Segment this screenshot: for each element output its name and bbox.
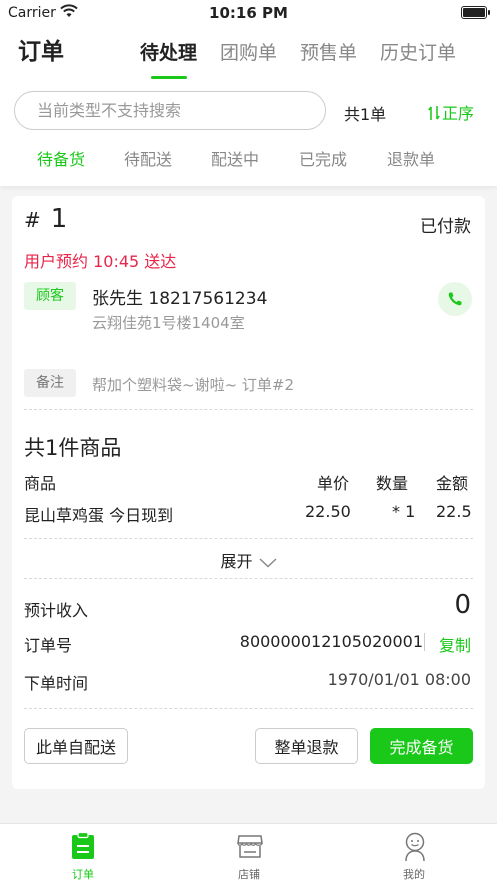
tabbar-profile-label: 我的 xyxy=(403,868,425,881)
tabbar-profile[interactable]: 我的 xyxy=(331,824,497,883)
tab-presale[interactable]: 预售单 xyxy=(300,38,357,76)
order-count: 共1单 xyxy=(344,105,387,124)
divider xyxy=(24,578,473,579)
tab-history[interactable]: 历史订单 xyxy=(380,38,456,76)
battery-icon xyxy=(461,6,490,19)
tabbar-store[interactable]: 店铺 xyxy=(166,824,332,883)
order-card: #1 已付款 用户预约 10:45 送达 顾客 张先生 18217561234 … xyxy=(12,196,485,789)
page-title: 订单 xyxy=(18,39,64,65)
order-no-value: 800000012105020001 xyxy=(239,632,423,651)
note-tag: 备注 xyxy=(24,369,76,397)
sort-icon xyxy=(428,106,440,120)
order-no-label: 订单号 xyxy=(24,636,73,655)
goods-item-name: 昆山草鸡蛋 今日现到 xyxy=(24,506,174,525)
subtab-to-deliver[interactable]: 待配送 xyxy=(124,146,172,170)
bottom-tab-bar: 订单 店铺 我的 xyxy=(0,823,497,883)
search-input[interactable] xyxy=(15,92,325,129)
refund-button[interactable]: 整单退款 xyxy=(255,728,358,764)
goods-header-name: 商品 xyxy=(24,474,57,493)
tabbar-orders-label: 订单 xyxy=(72,868,94,881)
clock: 10:16 PM xyxy=(209,4,288,22)
user-icon xyxy=(405,832,425,862)
order-number: #1 xyxy=(24,204,67,234)
pay-status: 已付款 xyxy=(420,217,471,237)
order-time-value: 1970/01/01 08:00 xyxy=(327,670,471,689)
complete-prepare-button[interactable]: 完成备货 xyxy=(370,728,473,764)
goods-header-qty: 数量 xyxy=(376,474,409,493)
subtab-refund[interactable]: 退款单 xyxy=(387,146,435,170)
status-bar: Carrier 10:16 PM xyxy=(0,0,497,26)
customer-tag: 顾客 xyxy=(24,282,76,310)
goods-header-price: 单价 xyxy=(317,474,350,493)
customer-name-phone: 张先生 18217561234 xyxy=(92,289,268,309)
tabbar-orders[interactable]: 订单 xyxy=(0,824,166,883)
sort-button[interactable]: 正序 xyxy=(428,100,474,124)
order-number-value: 1 xyxy=(50,204,68,234)
goods-item-amount: 22.5 xyxy=(436,502,472,521)
tab-pending[interactable]: 待处理 xyxy=(140,38,197,79)
order-time-label: 下单时间 xyxy=(24,674,89,693)
income-value: 0 xyxy=(454,590,471,620)
copy-button[interactable]: 复制 xyxy=(439,632,471,656)
divider xyxy=(24,708,473,709)
delivery-eta: 用户预约 10:45 送达 xyxy=(24,252,177,271)
sort-label: 正序 xyxy=(442,104,475,123)
store-icon xyxy=(237,835,263,858)
customer-address: 云翔佳苑1号楼1404室 xyxy=(92,314,245,332)
header: 订单 待处理 团购单 预售单 历史订单 共1单 正序 待备货 待配送 配送中 已… xyxy=(0,26,497,186)
self-delivery-button[interactable]: 此单自配送 xyxy=(24,728,128,764)
search-box[interactable] xyxy=(14,91,326,130)
goods-item-qty: * 1 xyxy=(392,502,416,521)
expand-label: 展开 xyxy=(220,552,253,571)
clipboard-icon xyxy=(72,832,94,859)
divider xyxy=(24,409,473,410)
order-hash: # xyxy=(24,208,41,232)
subtab-to-prepare[interactable]: 待备货 xyxy=(37,146,85,170)
income-label: 预计收入 xyxy=(24,601,89,620)
goods-count: 共1件商品 xyxy=(24,436,122,460)
goods-header-amount: 金额 xyxy=(436,474,469,493)
order-note: 帮加个塑料袋~谢啦~ 订单#2 xyxy=(92,376,295,394)
phone-icon xyxy=(448,292,462,306)
divider xyxy=(424,633,425,651)
tabbar-store-label: 店铺 xyxy=(238,868,260,881)
call-button[interactable] xyxy=(438,282,472,316)
subtab-delivering[interactable]: 配送中 xyxy=(211,146,259,170)
order-type-tabs: 待处理 团购单 预售单 历史订单 xyxy=(140,38,479,79)
goods-item-price: 22.50 xyxy=(305,502,351,521)
divider xyxy=(24,538,473,539)
chevron-down-icon xyxy=(259,557,276,567)
expand-toggle[interactable]: 展开 xyxy=(12,548,485,572)
tab-group-buy[interactable]: 团购单 xyxy=(220,38,277,76)
subtab-completed[interactable]: 已完成 xyxy=(299,146,347,170)
